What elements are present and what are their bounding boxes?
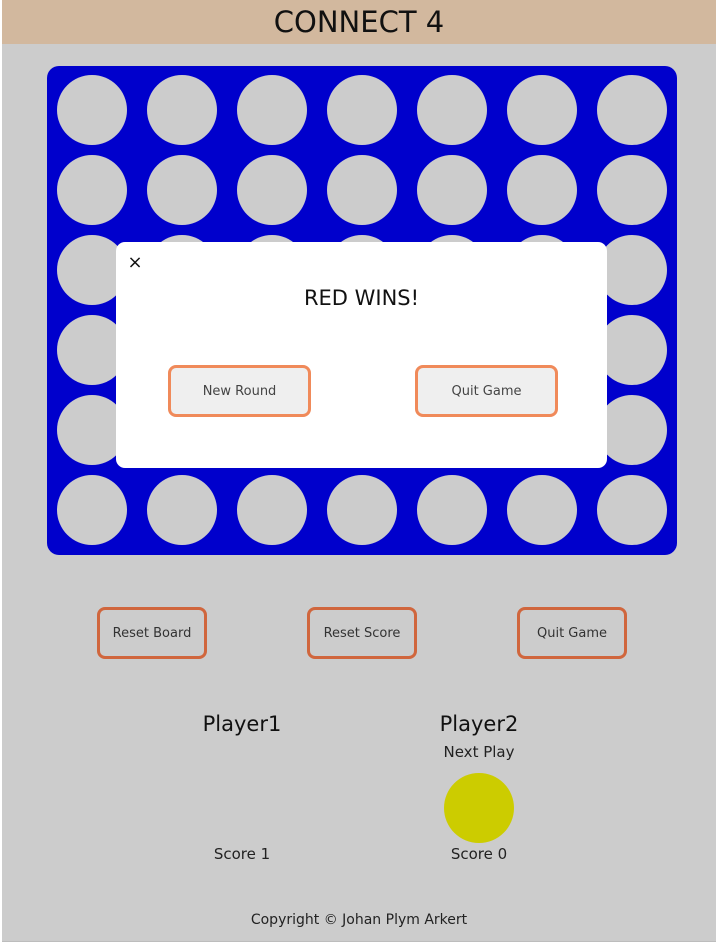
board-cell[interactable] <box>417 475 487 545</box>
board-cell[interactable] <box>327 475 397 545</box>
board-cell[interactable] <box>507 75 577 145</box>
board-cell[interactable] <box>237 75 307 145</box>
modal-quit-game-button[interactable]: Quit Game <box>415 365 558 417</box>
board-cell[interactable] <box>57 75 127 145</box>
board-cell[interactable] <box>597 395 667 465</box>
next-play-label: Next Play <box>443 743 515 761</box>
quit-game-button[interactable]: Quit Game <box>517 607 627 659</box>
footer-copyright: Copyright © Johan Plym Arkert <box>250 912 468 928</box>
board-cell[interactable] <box>507 475 577 545</box>
board-cell[interactable] <box>327 155 397 225</box>
board-cell[interactable] <box>147 155 217 225</box>
board-cell[interactable] <box>597 75 667 145</box>
board-cell[interactable] <box>597 475 667 545</box>
board-cell[interactable] <box>147 475 217 545</box>
header-bar: CONNECT 4 <box>2 0 716 44</box>
board-cell[interactable] <box>597 235 667 305</box>
close-icon[interactable]: × <box>126 254 144 272</box>
player1-name: Player1 <box>202 712 282 736</box>
board-cell[interactable] <box>57 155 127 225</box>
next-player-disc <box>444 773 514 843</box>
board-cell[interactable] <box>237 475 307 545</box>
reset-score-button[interactable]: Reset Score <box>307 607 417 659</box>
page: CONNECT 4 × RED WINS! New Round Quit Gam… <box>2 0 716 942</box>
board-cell[interactable] <box>507 155 577 225</box>
player2-score: Score 0 <box>450 845 508 863</box>
win-message: RED WINS! <box>303 286 420 310</box>
board-cell[interactable] <box>417 75 487 145</box>
player1-score: Score 1 <box>213 845 271 863</box>
board-cell[interactable] <box>147 75 217 145</box>
board-cell[interactable] <box>237 155 307 225</box>
board-cell[interactable] <box>417 155 487 225</box>
board-cell[interactable] <box>597 315 667 385</box>
player2-name: Player2 <box>439 712 519 736</box>
game-title: CONNECT 4 <box>273 5 445 39</box>
new-round-button[interactable]: New Round <box>168 365 311 417</box>
board-cell[interactable] <box>597 155 667 225</box>
board-cell[interactable] <box>57 475 127 545</box>
board-cell[interactable] <box>327 75 397 145</box>
reset-board-button[interactable]: Reset Board <box>97 607 207 659</box>
win-modal: × RED WINS! New Round Quit Game <box>116 242 607 468</box>
